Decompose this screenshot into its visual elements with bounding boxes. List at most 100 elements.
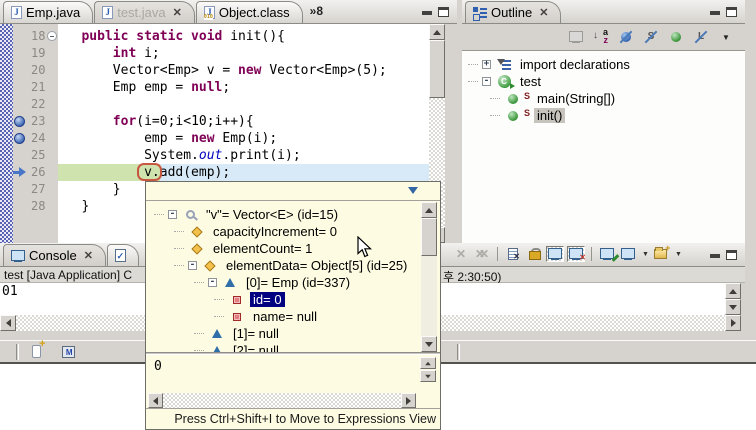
code-segment: i; (136, 46, 159, 61)
outline-item-init-[interactable]: Sinit() (462, 107, 745, 124)
console-vertical-scrollbar[interactable] (725, 283, 741, 315)
variable-row[interactable]: elementCount= 1 (146, 240, 420, 257)
view-menu-icon[interactable]: ▼ (717, 29, 735, 45)
close-icon[interactable]: ✕ (173, 6, 182, 19)
current-instruction-pointer-icon[interactable] (13, 167, 26, 178)
scroll-right-icon[interactable] (725, 315, 741, 331)
editor-tab-object-class[interactable]: JObject.class (196, 1, 303, 23)
link-with-editor-icon[interactable] (567, 29, 585, 45)
code-line-25[interactable]: System.out.print(i); (58, 147, 429, 164)
maximize-icon[interactable] (438, 7, 449, 17)
variable-row[interactable]: -elementData= Object[5] (id=25) (146, 257, 420, 274)
tab-outline[interactable]: Outline ✕ (465, 1, 561, 23)
annotation-ruler[interactable] (13, 24, 28, 243)
scroll-up-icon[interactable] (421, 202, 437, 218)
show-stdout-change-icon[interactable] (546, 246, 564, 262)
editor-tab-test-java[interactable]: Jtest.java✕ (94, 1, 195, 23)
close-icon[interactable]: ✕ (539, 6, 548, 19)
scrollbar-thumb[interactable] (421, 218, 437, 256)
scroll-up-icon[interactable] (420, 357, 436, 369)
chevron-down-icon[interactable]: ▼ (675, 251, 682, 258)
variable-row[interactable]: name= null (146, 308, 420, 325)
detail-pane[interactable]: 0 (146, 355, 440, 410)
hide-fields-icon[interactable] (617, 29, 635, 45)
chevron-down-icon[interactable] (408, 187, 418, 194)
scroll-up-icon[interactable] (429, 24, 445, 40)
collapse-icon[interactable]: - (208, 278, 217, 287)
tab-overflow-chevron[interactable]: »8 (310, 4, 323, 18)
outline-item-test[interactable]: -Ctest (462, 73, 745, 90)
tab-console[interactable]: Console ✕ (3, 244, 106, 266)
console-output-text: 01 (2, 284, 18, 300)
code-line-23[interactable]: for(i=0;i<10;i++){ (58, 113, 429, 130)
detail-horizontal-scrollbar[interactable] (148, 393, 416, 408)
code-line-19[interactable]: int i; (58, 45, 429, 62)
method-public-icon (504, 108, 522, 124)
breakpoint-icon[interactable] (14, 116, 25, 127)
minimize-icon[interactable] (710, 11, 720, 15)
fast-view-memory-icon[interactable]: M (59, 344, 77, 360)
tab-label: Object.class (219, 5, 290, 20)
variable-row[interactable]: [1]= null (146, 325, 420, 342)
variable-row[interactable]: -[0]= Emp (id=337) (146, 274, 420, 291)
pin-console-icon[interactable] (598, 246, 616, 262)
tab-tasks-partial[interactable]: ✓ (107, 244, 139, 266)
code-segment: public static void (81, 29, 222, 44)
close-icon[interactable]: ✕ (84, 249, 93, 262)
hide-static-members-icon[interactable]: S (642, 29, 660, 45)
clear-console-icon[interactable]: ✕ (504, 246, 522, 262)
scrollbar-thumb[interactable] (429, 40, 445, 98)
open-console-icon[interactable] (652, 246, 670, 262)
scroll-down-icon[interactable] (725, 299, 741, 315)
code-line-20[interactable]: Vector<Emp> v = new Vector<Emp>(5); (58, 62, 429, 79)
chevron-down-icon[interactable]: ▼ (642, 251, 649, 258)
scroll-left-icon[interactable] (0, 315, 16, 331)
scroll-left-icon[interactable] (148, 393, 163, 408)
hide-non-public-icon[interactable] (667, 29, 685, 45)
outline-tree[interactable]: +import declarations-CtestSmain(String[]… (462, 51, 745, 243)
show-stderr-change-icon[interactable]: ✕ (567, 246, 585, 262)
variable-label: [1]= null (230, 326, 282, 341)
terminate-icon[interactable]: ✕ (452, 246, 470, 262)
fold-collapse-icon[interactable] (47, 31, 57, 41)
variable-label: id= 0 (250, 292, 285, 307)
maximize-icon[interactable] (726, 7, 737, 17)
expand-icon[interactable]: + (482, 60, 491, 69)
scroll-down-icon[interactable] (421, 336, 437, 352)
sort-icon[interactable]: ↓az (592, 29, 610, 45)
variable-row[interactable]: -"v"= Vector<E> (id=15) (146, 206, 420, 223)
remove-all-terminated-icon[interactable]: ✕✕ (473, 246, 491, 262)
line-number: 21 (31, 79, 45, 96)
line-number: 20 (31, 62, 45, 79)
popup-tree-scrollbar[interactable] (421, 202, 437, 352)
collapse-icon[interactable]: - (188, 261, 197, 270)
variable-row[interactable]: capacityIncrement= 0 (146, 223, 420, 240)
collapse-icon[interactable]: - (168, 210, 177, 219)
code-line-24[interactable]: emp = new Emp(i); (58, 130, 429, 147)
code-segment: null (191, 80, 222, 95)
code-line-18[interactable]: public static void init(){ (58, 28, 429, 45)
scroll-down-icon[interactable] (420, 370, 436, 382)
scroll-right-icon[interactable] (401, 393, 416, 408)
outline-item-import-declarations[interactable]: +import declarations (462, 56, 745, 73)
scroll-up-icon[interactable] (725, 283, 741, 299)
fast-view-display-icon[interactable] (27, 344, 45, 360)
scroll-lock-icon[interactable] (525, 246, 543, 262)
scrollbar-track[interactable] (163, 393, 401, 408)
breakpoint-icon[interactable] (14, 133, 25, 144)
code-line-21[interactable]: Emp emp = null; (58, 79, 429, 96)
maximize-icon[interactable] (726, 250, 737, 260)
variable-row[interactable]: [2]= null (146, 342, 420, 352)
outline-view-icon (473, 6, 487, 19)
editor-tab-emp-java[interactable]: JEmp.java (3, 1, 93, 23)
display-selected-console-icon[interactable] (619, 246, 637, 262)
code-line-26[interactable]: v.add(emp); (58, 164, 429, 181)
minimize-icon[interactable] (422, 11, 432, 15)
hide-local-types-icon[interactable]: L (692, 29, 710, 45)
code-line-22[interactable] (58, 96, 429, 113)
collapse-icon[interactable]: - (482, 77, 491, 86)
outline-item-main-string-[interactable]: Smain(String[]) (462, 90, 745, 107)
variables-tree[interactable]: -"v"= Vector<E> (id=15)capacityIncrement… (146, 202, 440, 352)
minimize-icon[interactable] (710, 254, 720, 258)
variable-row[interactable]: id= 0 (146, 291, 420, 308)
